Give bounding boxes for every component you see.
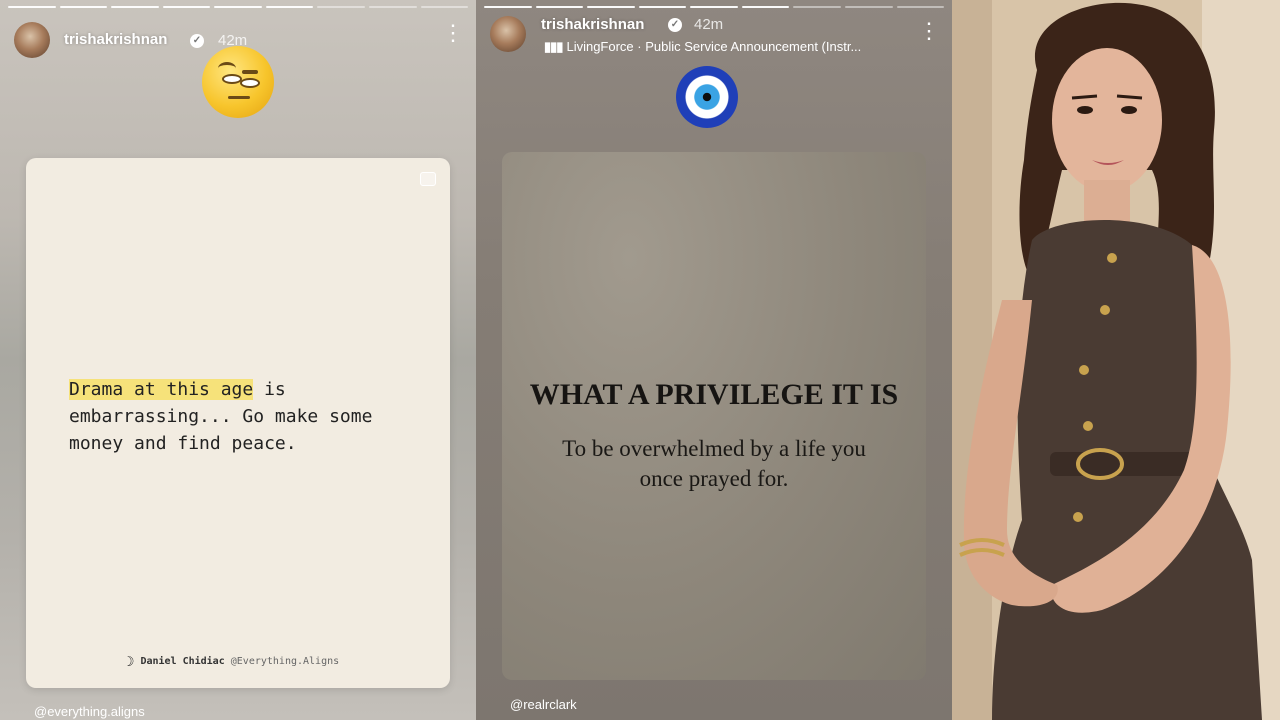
progress-segment [844,6,893,8]
progress-segment [317,6,365,8]
progress-segment [368,6,417,8]
avatar[interactable] [490,16,526,52]
progress-segment [793,6,841,8]
progress-segment [162,6,211,8]
verified-badge-icon: ✓ [668,18,682,32]
mention-tag[interactable]: @realrclark [510,697,577,712]
card-subtitle: To be overwhelmed by a life you once pra… [562,436,866,491]
quote-card: WHAT A PRIVILEGE IT IS To be overwhelmed… [502,152,926,680]
avatar[interactable] [14,22,50,58]
quote-text: Drama at this age is embarrassing... Go … [69,376,429,457]
credit-handle: @Everything.Aligns [230,656,340,667]
post-time: 42m [694,16,724,33]
more-options-icon[interactable]: ⋮ [918,20,940,42]
nazar-eye-emoji-icon [676,66,738,128]
mention-tag[interactable]: @everything.aligns [34,704,145,719]
music-attribution[interactable]: ▮▮▮ LivingForce · Public Service Announce… [544,39,861,55]
story-progress-bar [484,6,945,8]
progress-segment [214,6,262,8]
portrait-photo [952,0,1280,720]
music-label: LivingForce · Public Service Announcemen… [566,39,862,54]
quote-card: Drama at this age is embarrassing... Go … [26,158,450,688]
quote-credit: ☽ Daniel Chidiac @Everything.Aligns [126,654,339,670]
progress-segment [690,6,738,8]
quote-highlight: Drama at this age [69,379,254,400]
progress-segment [265,6,314,8]
moon-icon: ☽ [126,654,135,670]
progress-segment [587,6,635,8]
progress-segment [638,6,687,8]
username[interactable]: trishakrishnan [541,16,644,33]
username[interactable]: trishakrishnan [64,31,167,48]
progress-segment [484,6,532,8]
credit-author: Daniel Chidiac [140,656,225,667]
progress-segment [59,6,108,8]
story-panel-2: trishakrishnan ✓ 42m ▮▮▮ LivingForce · Pu… [476,0,952,720]
progress-segment [741,6,790,8]
story-progress-bar [8,6,469,8]
progress-segment [896,6,945,8]
progress-segment [8,6,56,8]
story-panel-1: trishakrishnan ✓ 42m ⋮ Drama at this age… [0,0,476,720]
progress-segment [420,6,469,8]
progress-segment [111,6,159,8]
raised-eyebrow-face-emoji-icon [202,46,274,118]
card-title: WHAT A PRIVILEGE IT IS [529,378,899,411]
portrait-photo-panel [952,0,1280,720]
progress-segment [535,6,584,8]
verified-badge-icon: ✓ [190,34,204,48]
square-icon [420,172,436,186]
more-options-icon[interactable]: ⋮ [442,22,464,44]
music-bars-icon: ▮▮▮ [544,39,563,54]
